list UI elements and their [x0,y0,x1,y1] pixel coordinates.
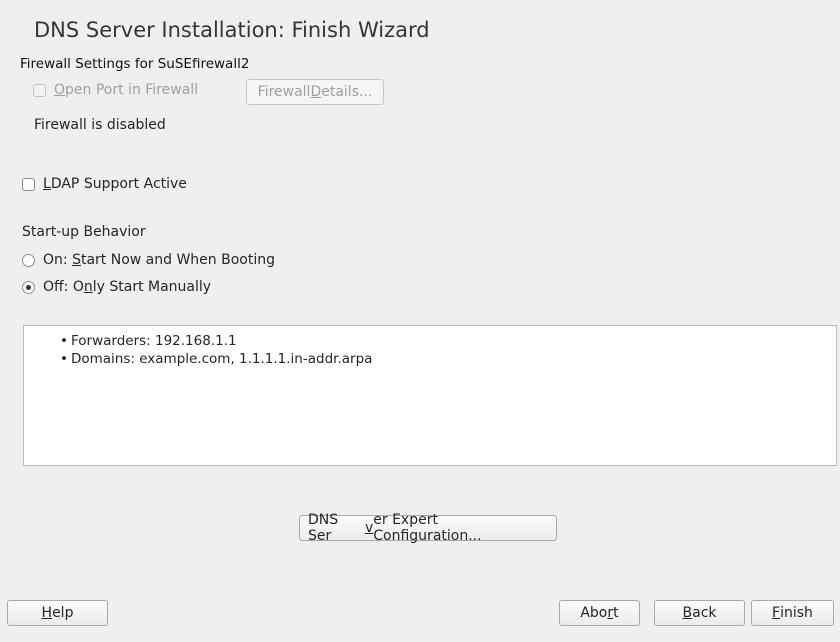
startup-behavior-label: Start-up Behavior [22,224,146,240]
startup-off-radio[interactable]: Off: Only Start Manually [22,279,211,295]
abort-button[interactable]: Abo r t [559,600,640,626]
open-port-label: Open Port in Firewall [54,82,199,98]
open-port-checkbox[interactable]: Open Port in Firewall [33,82,198,98]
startup-on-radio[interactable]: On: Start Now and When Booting [22,252,275,268]
finish-button[interactable]: Finish [751,600,834,626]
summary-item-domains: Domains: example.com, 1.1.1.1.in-addr.ar… [60,350,836,368]
firewall-section-label: Firewall Settings for SuSEfirewall2 [20,56,250,72]
back-button[interactable]: Back [654,600,745,626]
summary-item-forwarders: Forwarders: 192.168.1.1 [60,332,836,350]
ldap-checkbox-box[interactable] [22,177,35,191]
startup-off-label: Off: Only Start Manually [43,279,212,295]
startup-on-label: On: Start Now and When Booting [43,252,275,268]
summary-list: Forwarders: 192.168.1.1 Domains: example… [60,332,836,368]
open-port-checkbox-box[interactable] [33,83,46,97]
startup-off-radio-circle[interactable] [22,280,35,294]
help-button[interactable]: Help [7,600,108,626]
ldap-support-checkbox[interactable]: LDAP Support Active [22,176,187,192]
page-title: DNS Server Installation: Finish Wizard [34,18,430,42]
summary-panel[interactable]: Forwarders: 192.168.1.1 Domains: example… [23,325,837,466]
ldap-label: LDAP Support Active [43,176,187,192]
firewall-status: Firewall is disabled [34,117,166,133]
firewall-details-button[interactable]: Firewall Details... [246,79,384,105]
dns-expert-configuration-button[interactable]: DNS Ser v er Expert Configuration... [299,512,557,544]
startup-on-radio-circle[interactable] [22,253,35,267]
